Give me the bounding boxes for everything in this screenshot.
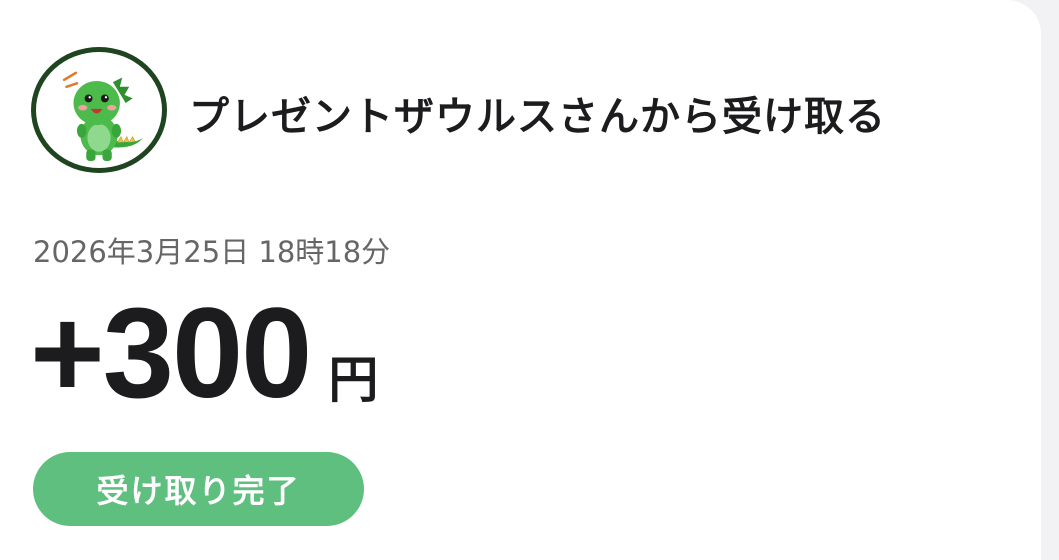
amount-value: +300	[30, 282, 312, 425]
currency-unit: 円	[328, 351, 379, 409]
transaction-datetime: 2026年3月25日 18時18分	[33, 235, 391, 269]
sender-title: プレゼントザウルスさんから受け取る	[189, 94, 886, 140]
transaction-card: プレゼントザウルスさんから受け取る 2026年3月25日 18時18分 +300…	[0, 0, 1041, 560]
status-badge: 受け取り完了	[33, 452, 364, 526]
dinosaur-mascot-icon	[36, 52, 162, 168]
status-badge-label: 受け取り完了	[96, 472, 301, 510]
avatar	[31, 47, 167, 173]
amount-row: +300 円	[30, 290, 378, 418]
